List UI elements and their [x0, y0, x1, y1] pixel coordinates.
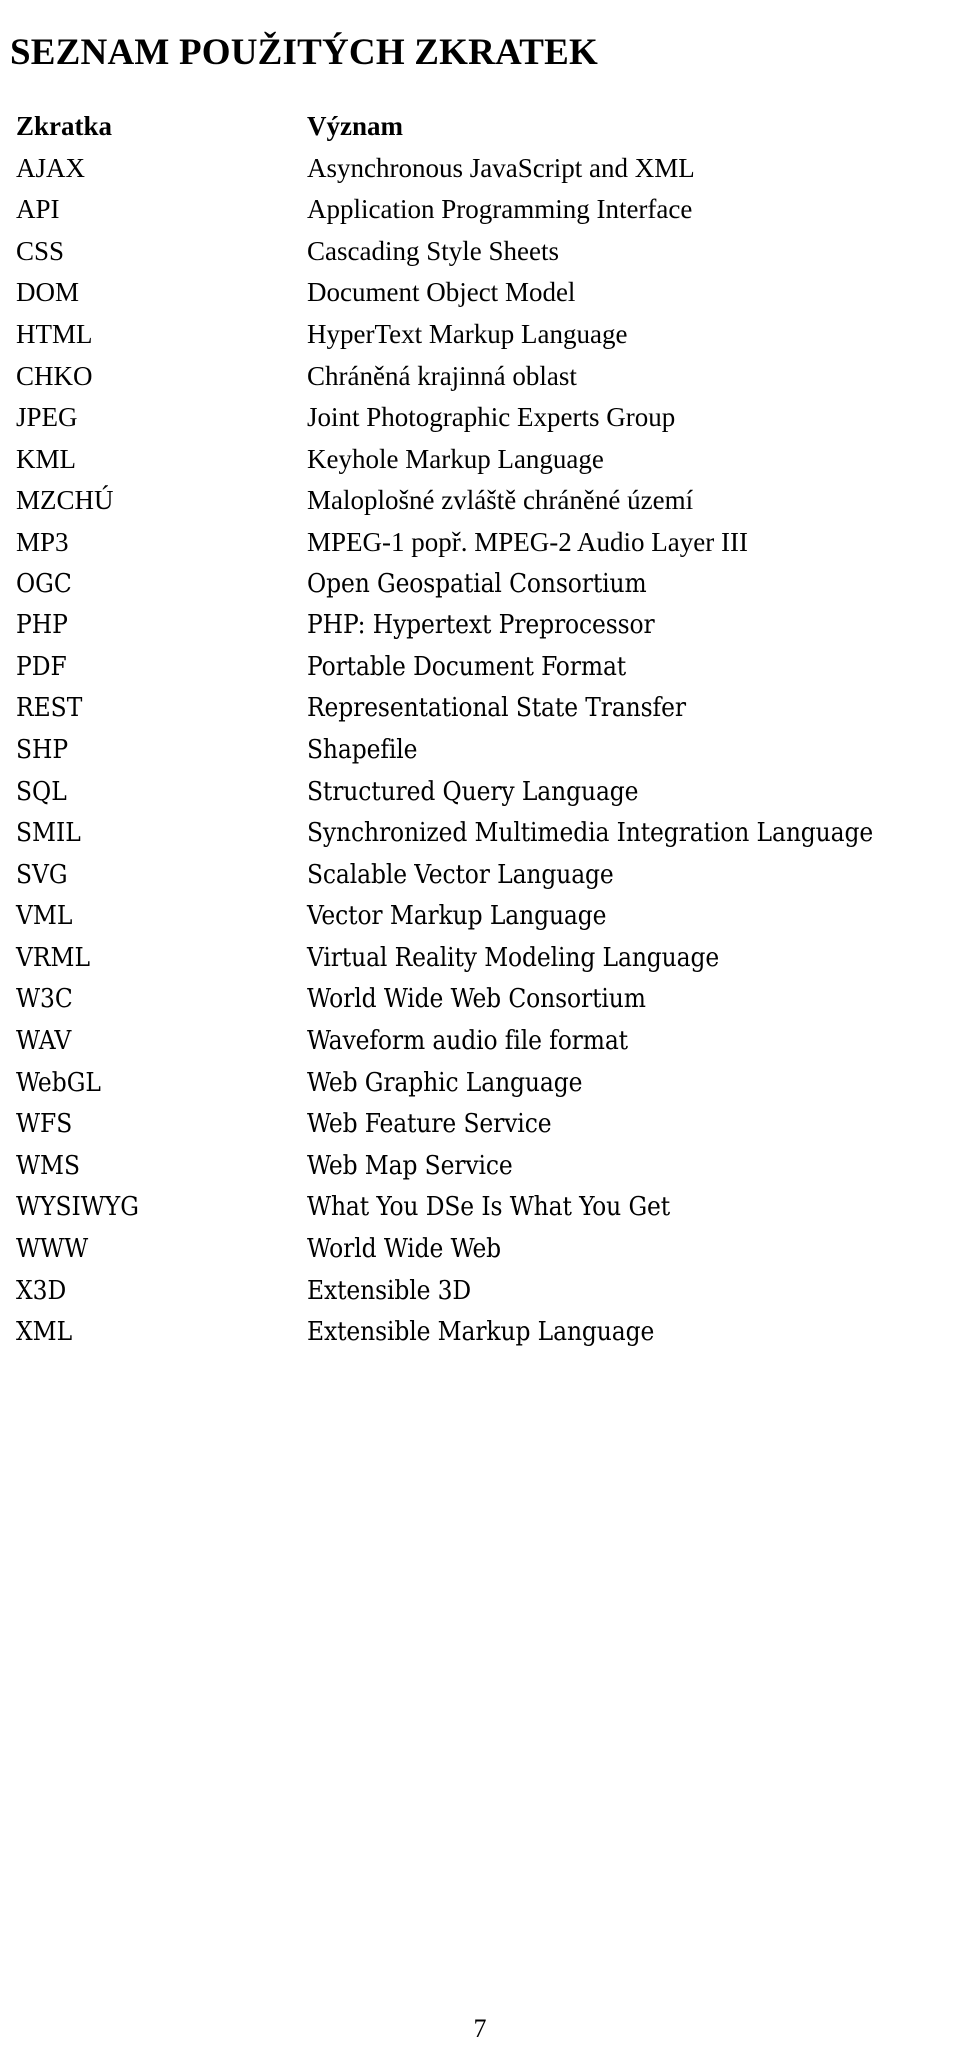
abbreviation-cell: DOM — [16, 277, 80, 308]
meaning-cell: Web Feature Service — [307, 1109, 552, 1140]
table-row: MZCHÚ Maloplošné zvláště chráněné území — [0, 482, 960, 524]
meaning-cell: Chráněná krajinná oblast — [307, 360, 577, 391]
abbreviation-cell: WebGL — [16, 1067, 101, 1098]
abbreviation-cell: WMS — [16, 1150, 81, 1181]
abbreviation-cell: KML — [16, 443, 76, 474]
abbreviation-cell: AJAX — [16, 152, 86, 183]
meaning-cell: Cascading Style Sheets — [307, 235, 559, 266]
abbreviation-cell: W3C — [16, 984, 73, 1015]
table-row: WMS Web Map Service — [0, 1148, 960, 1190]
meaning-cell: Maloplošné zvláště chráněné území — [307, 485, 694, 516]
abbreviation-cell: WAV — [16, 1026, 72, 1057]
meaning-cell: Extensible 3D — [307, 1275, 472, 1306]
table-row: W3C World Wide Web Consortium — [0, 981, 960, 1023]
table-row: CSS Cascading Style Sheets — [0, 233, 960, 275]
abbreviation-cell: CHKO — [16, 360, 93, 391]
abbreviation-cell: JPEG — [16, 402, 78, 433]
abbreviation-cell: PDF — [16, 651, 67, 682]
abbreviation-cell: WFS — [16, 1109, 73, 1140]
abbreviation-cell: OGC — [16, 568, 72, 599]
abbreviation-cell: VML — [16, 901, 73, 932]
abbreviation-cell: PHP — [16, 610, 68, 641]
abbreviation-cell: REST — [16, 693, 83, 724]
abbreviation-cell: MZCHÚ — [16, 485, 114, 516]
abbreviations-table: Zkratka Význam AJAX Asynchronous JavaScri… — [0, 108, 960, 1356]
abbreviation-cell: SQL — [16, 776, 67, 807]
table-row: WWW World Wide Web — [0, 1231, 960, 1273]
table-row: MP3 MPEG-1 popř. MPEG-2 Audio Layer III — [0, 524, 960, 566]
meaning-cell: Synchronized Multimedia Integration Lang… — [307, 818, 874, 849]
abbreviation-cell: SVG — [16, 859, 68, 890]
abbreviation-cell: VRML — [16, 942, 91, 973]
abbreviation-cell: HTML — [16, 318, 93, 349]
meaning-cell: Portable Document Format — [307, 651, 627, 682]
abbreviation-cell: MP3 — [16, 526, 69, 557]
meaning-cell: Extensible Markup Language — [307, 1317, 655, 1348]
abbreviation-cell: CSS — [16, 235, 65, 266]
table-row: API Application Programming Interface — [0, 191, 960, 233]
meaning-cell: Web Graphic Language — [307, 1067, 583, 1098]
meaning-cell: Open Geospatial Consortium — [307, 568, 647, 599]
meaning-cell: Shapefile — [307, 734, 418, 765]
table-row: VRML Virtual Reality Modeling Language — [0, 940, 960, 982]
meaning-cell: Scalable Vector Language — [307, 859, 614, 890]
meaning-cell: Virtual Reality Modeling Language — [307, 942, 720, 973]
table-row: WAV Waveform audio file format — [0, 1023, 960, 1065]
table-row: AJAX Asynchronous JavaScript and XML — [0, 150, 960, 192]
table-row: SHP Shapefile — [0, 732, 960, 774]
meaning-cell: Representational State Transfer — [307, 693, 686, 724]
table-row: VML Vector Markup Language — [0, 898, 960, 940]
column-header-abbreviation: Zkratka — [16, 111, 113, 141]
meaning-cell: What You DSe Is What You Get — [307, 1192, 671, 1223]
meaning-cell: Structured Query Language — [307, 776, 639, 807]
document-page: SEZNAM POUŽITÝCH ZKRATEK Zkratka Význam … — [0, 0, 960, 2061]
meaning-cell: Vector Markup Language — [307, 901, 607, 932]
abbreviation-cell: X3D — [16, 1275, 67, 1306]
table-row: HTML HyperText Markup Language — [0, 316, 960, 358]
abbreviation-cell: WWW — [16, 1234, 89, 1265]
table-row: WFS Web Feature Service — [0, 1106, 960, 1148]
meaning-cell: MPEG-1 popř. MPEG-2 Audio Layer III — [307, 526, 748, 557]
abbreviation-cell: XML — [16, 1317, 73, 1348]
table-row: OGC Open Geospatial Consortium — [0, 566, 960, 608]
page-number: 7 — [473, 2014, 487, 2043]
meaning-cell: Joint Photographic Experts Group — [307, 402, 676, 433]
abbreviation-cell: API — [16, 194, 60, 225]
table-row: DOM Document Object Model — [0, 274, 960, 316]
table-row: WYSIWYG What You DSe Is What You Get — [0, 1189, 960, 1231]
table-header-row: Zkratka Význam — [0, 108, 960, 150]
meaning-cell: Keyhole Markup Language — [307, 443, 604, 474]
page-title: SEZNAM POUŽITÝCH ZKRATEK — [10, 31, 598, 73]
abbreviation-cell: SMIL — [16, 818, 81, 849]
meaning-cell: World Wide Web — [307, 1234, 502, 1265]
table-row: REST Representational State Transfer — [0, 690, 960, 732]
table-row: WebGL Web Graphic Language — [0, 1065, 960, 1107]
meaning-cell: Web Map Service — [307, 1150, 513, 1181]
table-row: SMIL Synchronized Multimedia Integration … — [0, 815, 960, 857]
table-row: SVG Scalable Vector Language — [0, 857, 960, 899]
abbreviation-cell: WYSIWYG — [16, 1192, 139, 1223]
meaning-cell: Waveform audio file format — [307, 1026, 628, 1057]
column-header-meaning: Význam — [307, 111, 403, 141]
abbreviation-cell: SHP — [16, 734, 69, 765]
table-row: CHKO Chráněná krajinná oblast — [0, 358, 960, 400]
meaning-cell: PHP: Hypertext Preprocessor — [307, 610, 655, 641]
meaning-cell: Application Programming Interface — [307, 194, 693, 225]
table-row: PHP PHP: Hypertext Preprocessor — [0, 607, 960, 649]
meaning-cell: Document Object Model — [307, 277, 576, 308]
table-row: JPEG Joint Photographic Experts Group — [0, 399, 960, 441]
meaning-cell: Asynchronous JavaScript and XML — [307, 152, 695, 183]
table-row: PDF Portable Document Format — [0, 649, 960, 691]
table-row: XML Extensible Markup Language — [0, 1314, 960, 1356]
table-row: SQL Structured Query Language — [0, 774, 960, 816]
table-row: X3D Extensible 3D — [0, 1273, 960, 1315]
table-row: KML Keyhole Markup Language — [0, 441, 960, 483]
meaning-cell: HyperText Markup Language — [307, 318, 628, 349]
meaning-cell: World Wide Web Consortium — [307, 984, 646, 1015]
